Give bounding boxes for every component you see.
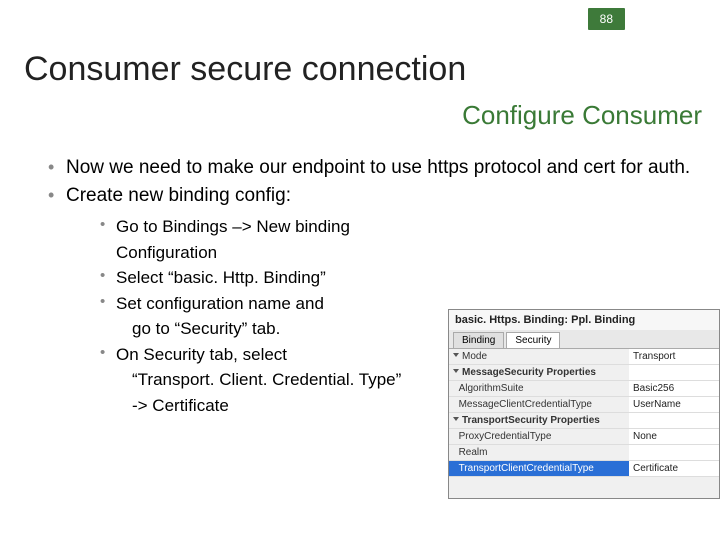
prop-key: AlgorithmSuite bbox=[449, 381, 629, 397]
topbar: 88 bbox=[0, 0, 720, 36]
prop-key: Realm bbox=[449, 445, 629, 461]
tab-security[interactable]: Security bbox=[506, 332, 560, 348]
page-number-badge: 88 bbox=[588, 8, 625, 30]
figure-header: basic. Https. Binding: Ppl. Binding bbox=[449, 310, 719, 330]
prop-key: ProxyCredentialType bbox=[449, 429, 629, 445]
prop-key: TransportSecurity Properties bbox=[449, 413, 629, 429]
sub-bullet-4-line1: On Security tab, select bbox=[116, 345, 287, 364]
sub-bullet-4-line2: “Transport. Client. Credential. Type” bbox=[116, 367, 430, 393]
sub-bullet-4-line3: -> Certificate bbox=[116, 393, 430, 419]
prop-val[interactable] bbox=[629, 445, 719, 461]
prop-key: MessageSecurity Properties bbox=[449, 365, 629, 381]
slide-title: Consumer secure connection bbox=[24, 50, 466, 89]
prop-val-selected[interactable]: Certificate bbox=[629, 461, 719, 477]
prop-val[interactable]: UserName bbox=[629, 397, 719, 413]
sub-bullet-4: On Security tab, select “Transport. Clie… bbox=[100, 342, 430, 419]
prop-val bbox=[629, 365, 719, 381]
slide-subtitle: Configure Consumer bbox=[462, 100, 702, 131]
bullet-2-text: Create new binding config: bbox=[66, 185, 291, 206]
sub-bullet-1: Go to Bindings –> New binding Configurat… bbox=[100, 214, 430, 265]
sub-bullet-3: Set configuration name and go to “Securi… bbox=[100, 291, 430, 342]
prop-key-selected[interactable]: TransportClientCredentialType bbox=[449, 461, 629, 477]
prop-val bbox=[629, 413, 719, 429]
bullet-1: Now we need to make our endpoint to use … bbox=[48, 155, 702, 181]
prop-key: MessageClientCredentialType bbox=[449, 397, 629, 413]
sub-bullet-3-line1: Set configuration name and bbox=[116, 294, 324, 313]
sub-bullet-3-line2: go to “Security” tab. bbox=[116, 316, 430, 342]
config-screenshot: basic. Https. Binding: Ppl. Binding Bind… bbox=[448, 309, 720, 499]
prop-val[interactable]: Transport bbox=[629, 349, 719, 365]
prop-val[interactable]: None bbox=[629, 429, 719, 445]
prop-key: Mode bbox=[449, 349, 629, 365]
tab-binding[interactable]: Binding bbox=[453, 332, 504, 348]
sub-bullet-2: Select “basic. Http. Binding” bbox=[100, 265, 430, 291]
property-grid: ModeTransport MessageSecurity Properties… bbox=[449, 349, 719, 477]
figure-tabs: Binding Security bbox=[449, 330, 719, 349]
prop-val[interactable]: Basic256 bbox=[629, 381, 719, 397]
